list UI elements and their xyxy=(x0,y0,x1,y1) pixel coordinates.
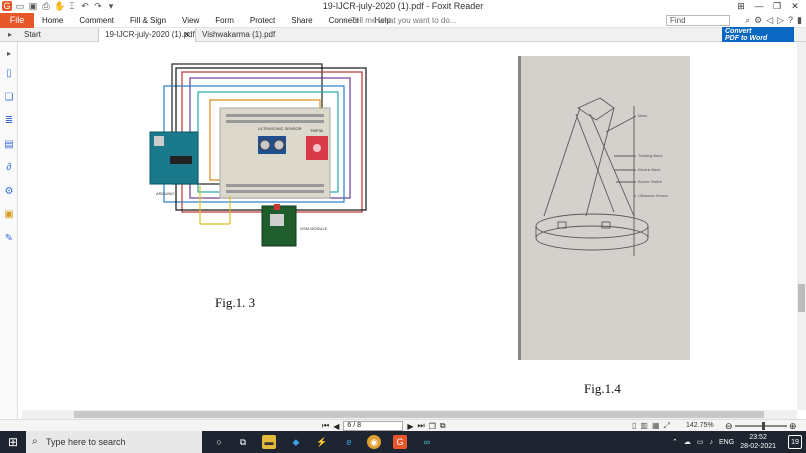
expand-panel-icon[interactable]: ▸ xyxy=(3,48,15,60)
foxit-taskbar-icon[interactable]: G xyxy=(393,435,407,449)
document-tabs: ▸ Start 19-IJCR-july-2020 (1).pdf ✕ Vish… xyxy=(0,28,806,42)
signature-icon[interactable]: ✎ xyxy=(3,233,15,245)
zoom-slider-handle[interactable] xyxy=(762,422,765,430)
help-icon[interactable]: ? xyxy=(788,15,793,26)
tell-me-search[interactable]: ♀ Tell me what you want to do... xyxy=(343,13,456,28)
ultrasonic-label: ULTRASONIC SENSOR xyxy=(258,126,302,131)
find-input[interactable]: Find xyxy=(666,15,730,26)
clock[interactable]: 23:52 28-02-2021 xyxy=(740,433,776,451)
search-icon: ⌕ xyxy=(32,436,38,447)
comments-icon[interactable]: ▤ xyxy=(3,139,15,151)
vertical-scrollbar[interactable] xyxy=(797,42,806,410)
vertical-scroll-thumb[interactable] xyxy=(798,284,805,312)
figure-caption-1-4: Fig.1.4 xyxy=(584,381,621,396)
close-icon[interactable]: ✕ xyxy=(786,0,804,13)
attachment-icon[interactable]: ∂ xyxy=(3,162,15,174)
properties-icon[interactable]: ⚙ xyxy=(3,186,15,198)
page-number-input[interactable]: 6 / 8 xyxy=(343,421,404,431)
sketch-label-mask: Mask xyxy=(638,114,647,118)
pages-icon[interactable]: ❏ xyxy=(3,92,15,104)
window-controls: ⊞ — ❐ ✕ xyxy=(732,0,804,13)
file-menu[interactable]: File xyxy=(0,13,34,28)
user-icon[interactable]: ▮ xyxy=(797,15,802,26)
file-explorer-icon[interactable]: ▬ xyxy=(262,435,276,449)
pdf-page-view: ARDUINO ULTRASONIC SENSOR TMP36 GSM MODU… xyxy=(22,42,797,410)
sketch-label-buzzer-switch: Buzzer Switch xyxy=(638,180,662,184)
figure-caption-1-3: Fig.1. 3 xyxy=(215,295,256,310)
security-icon[interactable]: ▣ xyxy=(3,209,15,221)
taskbar-search-input[interactable]: ⌕ Type here to search xyxy=(26,431,202,453)
forward-icon[interactable]: ▷ xyxy=(777,15,784,26)
gsm-label: GSM MODULE xyxy=(300,226,328,231)
layers-icon[interactable]: ≣ xyxy=(3,115,15,127)
back-icon[interactable]: ◁ xyxy=(766,15,773,26)
sketch-label-ultrasonic-sensor: Ultrasonic Sensor xyxy=(638,194,669,198)
task-view-icon[interactable]: ⧉ xyxy=(236,435,250,449)
last-page-icon[interactable]: ⏭ xyxy=(418,421,425,431)
circuit-diagram-figure: ARDUINO ULTRASONIC SENSOR TMP36 GSM MODU… xyxy=(149,63,367,247)
minimize-icon[interactable]: — xyxy=(750,0,768,13)
search-icon[interactable]: ⌕ xyxy=(745,15,750,26)
next-page-icon[interactable]: ▶ xyxy=(407,422,413,431)
network-icon[interactable]: ▭ xyxy=(697,438,704,446)
sketch-label-electric-band: Electric Band xyxy=(638,168,660,172)
status-bar: ⏮ ◀ 6 / 8 ▶ ⏭ ❐ ⧉ ▯ ▥ ▦ ⤢ 142.75% ⊖ ⊕ xyxy=(0,419,806,431)
ribbon-tools: ⌕ ⚙ ◁ ▷ ? ▮ xyxy=(745,15,802,26)
cortana-icon[interactable]: ○ xyxy=(212,435,226,449)
sketch-drawing: Mask Tracking Band Electric Band Buzzer … xyxy=(535,97,669,256)
navigation-panel: ▸ ▯ ❏ ≣ ▤ ∂ ⚙ ▣ ✎ xyxy=(0,42,18,421)
bookmark-icon[interactable]: ▯ xyxy=(3,68,15,80)
first-page-icon[interactable]: ⏮ xyxy=(322,421,329,431)
lightbulb-icon: ♀ xyxy=(343,16,352,25)
convert-pdf-to-word-button[interactable]: Convert PDF to Word xyxy=(722,27,794,42)
tmp36-label: TMP36 xyxy=(310,128,324,133)
app-icon[interactable]: ∞ xyxy=(420,435,434,449)
ribbon-options-icon[interactable]: ⊞ xyxy=(732,0,750,13)
system-tray: ⌃ ☁ ▭ ♪ ENG 23:52 28-02-2021 xyxy=(672,431,776,453)
arduino-label: ARDUINO xyxy=(156,191,174,196)
settings-icon[interactable]: ⚙ xyxy=(754,15,762,26)
horizontal-scroll-thumb[interactable] xyxy=(74,411,764,418)
ribbon-menu: File Home Comment Fill & Sign View Form … xyxy=(0,13,806,30)
tab-other-document[interactable]: Vishwakarma (1).pdf xyxy=(196,28,286,42)
tab-start[interactable]: Start xyxy=(18,28,98,42)
edge-icon[interactable]: e xyxy=(342,435,356,449)
chevron-up-icon[interactable]: ⌃ xyxy=(672,438,678,446)
maximize-icon[interactable]: ❐ xyxy=(768,0,786,13)
tab-active-document[interactable]: 19-IJCR-july-2020 (1).pdf ✕ xyxy=(98,28,196,42)
windows-taskbar: ⊞ ⌕ Type here to search ○ ⧉ ▬ ◆ ⚡ e ◉ G … xyxy=(0,431,806,453)
panel-toggle-icon[interactable]: ▸ xyxy=(8,30,12,39)
volume-icon[interactable]: ♪ xyxy=(710,439,714,446)
prev-page-icon[interactable]: ◀ xyxy=(333,422,339,431)
dropbox-icon[interactable]: ◆ xyxy=(289,435,303,449)
title-bar: G ▭ ▣ ⎙ ✋ ⌶ ↶ ↷ ▾ 19-IJCR-july-2020 (1).… xyxy=(0,0,806,13)
sketch-label-tracking-band: Tracking Band xyxy=(638,154,662,158)
zoom-slider[interactable] xyxy=(735,425,787,427)
language-indicator[interactable]: ENG xyxy=(719,439,734,446)
cloud-icon[interactable]: ☁ xyxy=(684,438,691,446)
page-copy-icon[interactable]: ❐ xyxy=(429,422,436,431)
page-compare-icon[interactable]: ⧉ xyxy=(440,421,446,431)
window-title: 19-IJCR-july-2020 (1).pdf - Foxit Reader xyxy=(322,1,484,11)
notification-center-icon[interactable]: 19 xyxy=(788,435,802,449)
close-tab-icon[interactable]: ✕ xyxy=(183,28,190,42)
windows-start-icon[interactable]: ⊞ xyxy=(0,431,26,453)
chrome-icon[interactable]: ◉ xyxy=(367,435,381,449)
horizontal-scrollbar[interactable] xyxy=(22,410,797,419)
tools-icon[interactable]: ⚡ xyxy=(315,435,329,449)
